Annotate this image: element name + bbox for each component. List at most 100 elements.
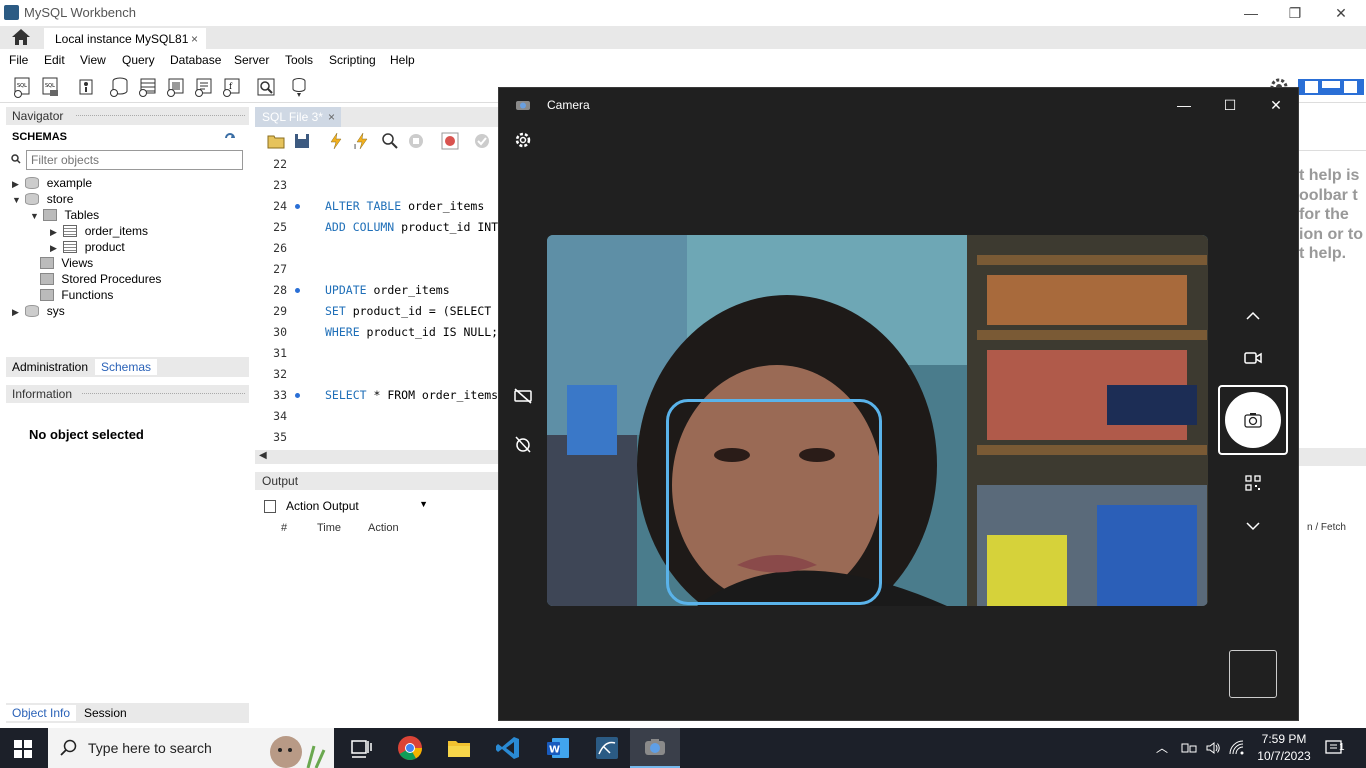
close-button[interactable]: ✕ bbox=[1318, 0, 1364, 26]
connection-tab[interactable]: Local instance MySQL81 × bbox=[44, 26, 206, 49]
expand-arrow-icon[interactable]: ▶ bbox=[50, 243, 60, 254]
column-header-time[interactable]: Time bbox=[317, 522, 341, 534]
tree-item-order-items[interactable]: ▶ order_items bbox=[50, 224, 148, 240]
editor-horizontal-scrollbar[interactable]: ◀ bbox=[255, 450, 500, 464]
information-header: Information bbox=[6, 385, 249, 403]
refresh-schemas-icon[interactable] bbox=[224, 132, 236, 144]
toggle-sidebar-icon[interactable] bbox=[1298, 76, 1320, 98]
tree-item-functions[interactable]: Functions bbox=[40, 288, 113, 304]
sql-file-tab[interactable]: SQL File 3* × bbox=[255, 107, 341, 127]
restore-button[interactable]: ❐ bbox=[1272, 0, 1318, 26]
tree-item-stored-procedures[interactable]: Stored Procedures bbox=[40, 272, 161, 288]
create-view-icon[interactable] bbox=[165, 76, 187, 98]
navigator-tabs: Administration Schemas bbox=[6, 357, 249, 377]
home-icon[interactable] bbox=[10, 28, 32, 46]
timer-off-icon[interactable] bbox=[513, 434, 533, 454]
toggle-secondary-sidebar-icon[interactable] bbox=[1342, 76, 1364, 98]
word-icon[interactable]: W bbox=[544, 734, 572, 762]
copy-icon[interactable] bbox=[264, 500, 276, 513]
tab-schemas[interactable]: Schemas bbox=[95, 359, 158, 375]
create-schema-icon[interactable] bbox=[108, 76, 130, 98]
chevron-down-icon[interactable] bbox=[1243, 516, 1263, 536]
menu-tools[interactable]: Tools bbox=[285, 53, 313, 67]
toggle-output-icon[interactable] bbox=[1320, 76, 1342, 98]
camera-close-button[interactable]: ✕ bbox=[1261, 94, 1291, 116]
collapse-arrow-icon[interactable]: ▼ bbox=[12, 195, 22, 205]
open-sql-file-icon[interactable]: SQL bbox=[40, 76, 62, 98]
take-photo-button-frame[interactable] bbox=[1218, 385, 1288, 455]
network-icon[interactable] bbox=[1181, 740, 1197, 756]
execute-current-icon[interactable]: I bbox=[353, 132, 371, 150]
video-mode-icon[interactable] bbox=[1243, 348, 1263, 368]
explain-icon[interactable] bbox=[381, 132, 399, 150]
chrome-icon[interactable] bbox=[396, 734, 424, 762]
qr-code-icon[interactable] bbox=[1243, 473, 1263, 493]
menu-edit[interactable]: Edit bbox=[44, 53, 65, 67]
wifi-icon[interactable] bbox=[1229, 740, 1245, 756]
system-clock[interactable]: 7:59 PM 10/7/2023 bbox=[1254, 731, 1314, 765]
close-connection-tab-icon[interactable]: × bbox=[191, 32, 198, 46]
reconnect-icon[interactable] bbox=[288, 76, 310, 98]
mysql-workbench-icon[interactable] bbox=[593, 734, 621, 762]
tree-item-product[interactable]: ▶ product bbox=[50, 240, 125, 256]
new-sql-tab-icon[interactable]: SQL bbox=[12, 76, 34, 98]
expand-arrow-icon[interactable]: ▶ bbox=[12, 179, 22, 190]
tree-item-label: Tables bbox=[64, 208, 100, 222]
create-procedure-icon[interactable] bbox=[193, 76, 215, 98]
sql-editor[interactable]: 22 23 24 ALTER TABLE order_items 25 ADD CO… bbox=[255, 154, 500, 450]
file-explorer-icon[interactable] bbox=[445, 734, 473, 762]
menu-database[interactable]: Database bbox=[170, 53, 221, 67]
close-sql-tab-icon[interactable]: × bbox=[328, 110, 335, 124]
output-type-value: Action Output bbox=[286, 499, 359, 513]
tab-administration[interactable]: Administration bbox=[6, 359, 94, 375]
camera-minimize-button[interactable]: — bbox=[1169, 94, 1199, 116]
menu-scripting[interactable]: Scripting bbox=[329, 53, 376, 67]
code-line: 28 UPDATE order_items bbox=[273, 283, 450, 297]
menu-view[interactable]: View bbox=[80, 53, 106, 67]
filter-objects-input[interactable] bbox=[26, 150, 243, 170]
output-type-select[interactable]: Action Output ▼ bbox=[282, 497, 432, 517]
take-photo-button[interactable] bbox=[1225, 392, 1281, 448]
taskbar-search-box[interactable]: Type here to search bbox=[48, 728, 334, 768]
volume-icon[interactable] bbox=[1205, 740, 1221, 756]
windows-start-icon[interactable] bbox=[14, 740, 32, 758]
vscode-icon[interactable] bbox=[494, 734, 522, 762]
schema-store[interactable]: ▼ store bbox=[12, 192, 73, 208]
settings-gear-icon[interactable] bbox=[513, 130, 533, 150]
toggle-error-icon[interactable] bbox=[441, 132, 459, 150]
menu-file[interactable]: File bbox=[9, 53, 28, 67]
hdr-off-icon[interactable] bbox=[513, 386, 533, 406]
collapse-arrow-icon[interactable]: ▼ bbox=[30, 211, 40, 221]
tree-item-label: Functions bbox=[61, 288, 114, 302]
schema-sys[interactable]: ▶ sys bbox=[12, 304, 65, 320]
stop-icon[interactable] bbox=[407, 132, 425, 150]
save-icon[interactable] bbox=[293, 132, 311, 150]
create-table-icon[interactable] bbox=[137, 76, 159, 98]
expand-arrow-icon[interactable]: ▶ bbox=[50, 227, 60, 238]
camera-maximize-button[interactable]: ☐ bbox=[1215, 94, 1245, 116]
expand-arrow-icon[interactable]: ▶ bbox=[12, 307, 22, 318]
menu-query[interactable]: Query bbox=[122, 53, 155, 67]
scroll-left-icon[interactable]: ◀ bbox=[259, 450, 267, 461]
last-capture-thumbnail[interactable] bbox=[1229, 650, 1277, 698]
search-table-data-icon[interactable] bbox=[255, 76, 277, 98]
execute-icon[interactable] bbox=[327, 132, 345, 150]
inspector-icon[interactable] bbox=[75, 76, 97, 98]
tree-item-views[interactable]: Views bbox=[40, 256, 93, 272]
column-header-number[interactable]: # bbox=[281, 522, 287, 534]
menu-server[interactable]: Server bbox=[234, 53, 269, 67]
show-hidden-icons-icon[interactable]: ︿ bbox=[1156, 739, 1172, 755]
task-view-icon[interactable] bbox=[347, 734, 375, 762]
open-folder-icon[interactable] bbox=[267, 132, 285, 150]
commit-icon[interactable] bbox=[473, 132, 491, 150]
column-header-action[interactable]: Action bbox=[368, 522, 399, 534]
minimize-button[interactable]: — bbox=[1228, 0, 1274, 26]
camera-taskbar-button[interactable] bbox=[630, 728, 680, 768]
create-function-icon[interactable]: f bbox=[221, 76, 243, 98]
schema-example[interactable]: ▶ example bbox=[12, 176, 92, 192]
chevron-up-icon[interactable] bbox=[1243, 306, 1263, 326]
tree-item-tables[interactable]: ▼ Tables bbox=[30, 208, 99, 224]
tab-session[interactable]: Session bbox=[78, 705, 133, 721]
tab-object-info[interactable]: Object Info bbox=[6, 705, 77, 721]
menu-help[interactable]: Help bbox=[390, 53, 415, 67]
